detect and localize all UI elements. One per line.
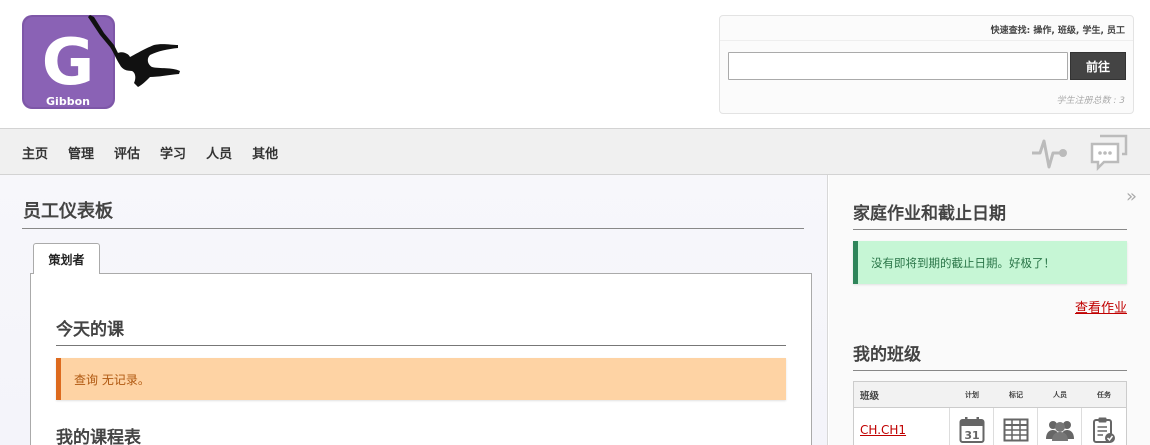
activity-pulse-icon[interactable] xyxy=(1030,133,1070,177)
lessons-title: 今天的课 xyxy=(56,320,124,340)
go-button[interactable]: 前往 xyxy=(1070,52,1126,80)
quick-find-panel: 快速查找: 操作, 班级, 学生, 员工 前往 学生注册总数 : 3 xyxy=(719,15,1134,114)
quick-find-title: 快速查找: 操作, 班级, 学生, 员工 xyxy=(990,26,1125,36)
student-count: 学生注册总数 : 3 xyxy=(1056,93,1125,106)
column-header-mark: 标记 xyxy=(1009,390,1023,399)
gibbon-logo[interactable]: G Gibbon xyxy=(22,15,187,112)
homework-message: 没有即将到期的截止日期。好极了！ xyxy=(853,241,1127,284)
student-count-value: 3 xyxy=(1119,96,1125,106)
sidebar-collapse-button[interactable]: » xyxy=(1126,186,1137,207)
quick-find-input[interactable] xyxy=(728,52,1068,80)
homework-title: 家庭作业和截止日期 xyxy=(853,204,1006,224)
table-header: 班级 计划 标记 人员 任务 xyxy=(854,382,1126,408)
nav-item-admin[interactable]: 管理 xyxy=(68,143,94,162)
nav-item-assess[interactable]: 评估 xyxy=(114,143,140,162)
tab-planner[interactable]: 策划者 xyxy=(33,243,100,274)
svg-text:31: 31 xyxy=(964,429,979,442)
svg-text:Gibbon: Gibbon xyxy=(46,95,90,108)
people-group-icon[interactable] xyxy=(1038,408,1082,445)
main-nav: 主页 管理 评估 学习 人员 其他 xyxy=(0,128,1150,175)
message-wall-icon[interactable] xyxy=(1088,132,1130,176)
classes-title: 我的班级 xyxy=(853,345,921,365)
markbook-grid-icon[interactable] xyxy=(994,408,1038,445)
column-header-plan: 计划 xyxy=(965,390,979,399)
nav-item-other[interactable]: 其他 xyxy=(252,143,278,162)
class-link[interactable]: CH.CH1 xyxy=(854,408,950,445)
student-count-label: 学生注册总数 : xyxy=(1056,96,1117,106)
divider xyxy=(720,40,1133,41)
divider xyxy=(853,229,1127,230)
divider xyxy=(56,345,786,346)
nav-item-people[interactable]: 人员 xyxy=(206,143,232,162)
nav-item-learn[interactable]: 学习 xyxy=(160,143,186,162)
header: G Gibbon 快速查找: 操作, 班级, 学生, 员工 前往 学生注册总数 … xyxy=(0,0,1150,128)
column-header-people: 人员 xyxy=(1053,390,1067,399)
tasks-clipboard-icon[interactable] xyxy=(1082,408,1126,445)
view-homework-link[interactable]: 查看作业 xyxy=(1075,297,1127,316)
nav-item-home[interactable]: 主页 xyxy=(22,143,48,162)
divider xyxy=(22,228,804,229)
column-header-class: 班级 xyxy=(860,390,880,402)
svg-text:G: G xyxy=(42,26,95,100)
classes-table: 班级 计划 标记 人员 任务 CH.CH1 31 xyxy=(853,381,1127,445)
lessons-warning: 查询 无记录。 xyxy=(56,358,786,400)
page-title: 员工仪表板 xyxy=(23,201,113,222)
planner-calendar-icon[interactable]: 31 xyxy=(950,408,994,445)
table-row: CH.CH1 31 xyxy=(854,408,1126,445)
schedule-title: 我的课程表 xyxy=(56,428,141,445)
divider xyxy=(853,370,1127,371)
column-header-tasks: 任务 xyxy=(1097,390,1111,399)
